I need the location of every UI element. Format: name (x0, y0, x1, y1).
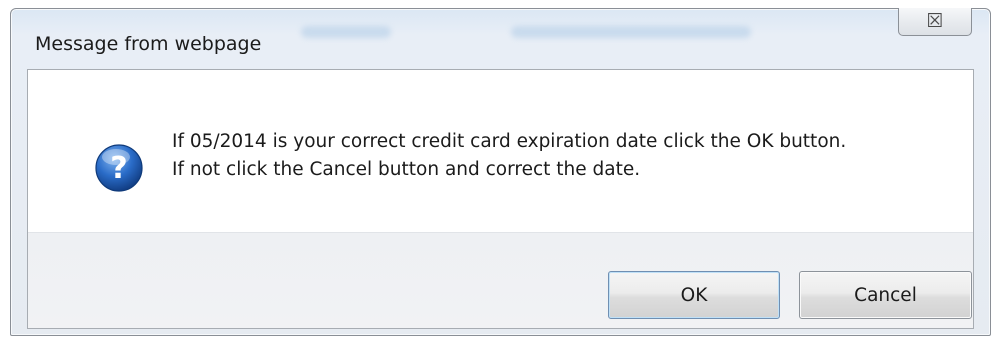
dialog-client-area: ? If 05/2014 is your correct credit card… (27, 69, 974, 329)
svg-text:?: ? (110, 151, 127, 186)
message-line: If not click the Cancel button and corre… (172, 159, 641, 180)
message-dialog: Message from webpage ☒ ? If 05/2014 is y… (10, 8, 991, 336)
close-button[interactable]: ☒ (898, 8, 972, 36)
background-text-blur (301, 26, 391, 38)
dialog-button-bar: OK Cancel (28, 232, 973, 328)
close-icon: ☒ (926, 10, 944, 32)
background-text-blur (511, 26, 751, 38)
cancel-button[interactable]: Cancel (799, 271, 972, 319)
dialog-content: ? If 05/2014 is your correct credit card… (28, 70, 973, 232)
dialog-message: If 05/2014 is your correct credit card e… (172, 128, 846, 184)
question-icon: ? (95, 144, 143, 192)
dialog-titlebar[interactable]: Message from webpage ☒ (11, 8, 990, 69)
ok-button[interactable]: OK (608, 271, 780, 319)
message-line: If 05/2014 is your correct credit card e… (172, 131, 847, 152)
dialog-title: Message from webpage (35, 33, 262, 55)
